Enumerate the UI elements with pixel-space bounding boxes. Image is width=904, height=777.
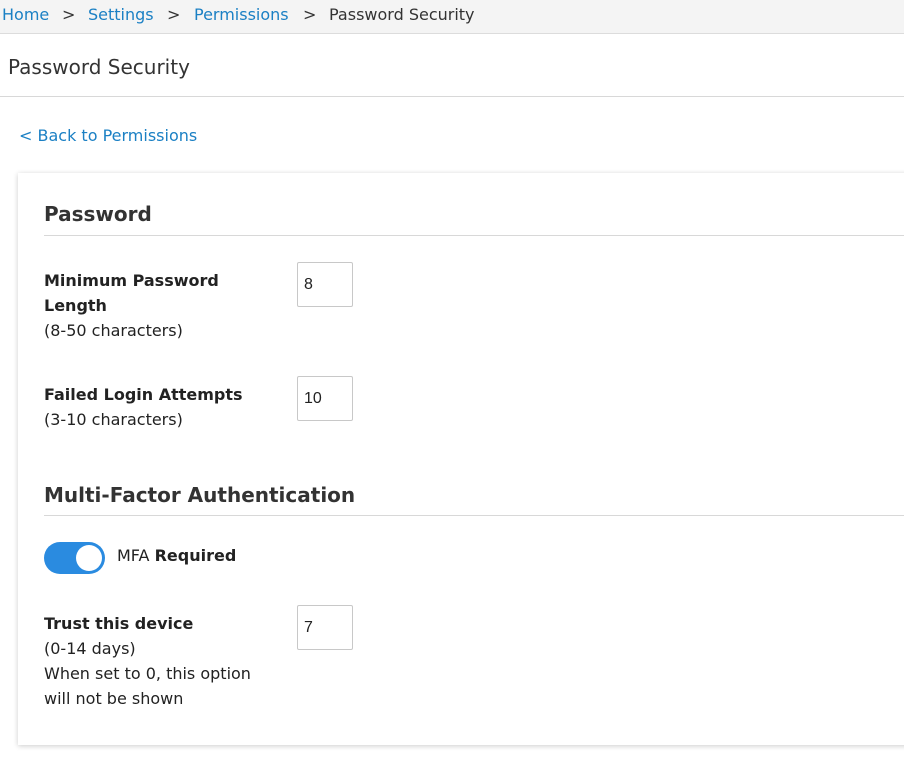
breadcrumb-separator: > — [62, 5, 76, 24]
password-section-divider — [44, 235, 904, 236]
trust-device-label-text: Trust this device — [44, 614, 194, 633]
breadcrumb-current: Password Security — [329, 5, 475, 24]
mfa-section-title: Multi-Factor Authentication — [44, 483, 356, 507]
breadcrumb-separator: > — [303, 5, 317, 24]
failed-login-attempts-input[interactable] — [297, 376, 353, 421]
page-title: Password Security — [8, 55, 190, 79]
trust-device-note-line1: When set to 0, this option — [44, 664, 251, 683]
trust-device-days-input[interactable] — [297, 605, 353, 650]
breadcrumb-home-link[interactable]: Home — [2, 7, 49, 23]
trust-device-label: Trust this device (0-14 days) When set t… — [44, 611, 284, 711]
min-password-length-hint: (8-50 characters) — [44, 321, 183, 340]
back-to-permissions-link[interactable]: < Back to Permissions — [19, 126, 197, 146]
failed-login-attempts-label-text: Failed Login Attempts — [44, 385, 243, 404]
breadcrumb: Home > Settings > Permissions > Password… — [0, 0, 904, 34]
min-password-length-label-line2: Length — [44, 296, 107, 315]
mfa-required-label: MFA Required — [117, 545, 236, 567]
trust-device-note-line2: will not be shown — [44, 689, 184, 708]
mfa-label-required: Required — [154, 546, 237, 565]
failed-login-attempts-hint: (3-10 characters) — [44, 410, 183, 429]
title-divider — [0, 96, 904, 97]
breadcrumb-separator: > — [167, 5, 181, 24]
trust-device-hint: (0-14 days) — [44, 639, 136, 658]
breadcrumb-settings-link[interactable]: Settings — [88, 7, 154, 23]
breadcrumb-permissions-link[interactable]: Permissions — [194, 7, 289, 23]
failed-login-attempts-label: Failed Login Attempts (3-10 characters) — [44, 382, 284, 432]
min-password-length-label: Minimum Password Length (8-50 characters… — [44, 268, 284, 343]
min-password-length-label-line1: Minimum Password — [44, 271, 219, 290]
mfa-section-divider — [44, 515, 904, 516]
toggle-knob — [76, 545, 102, 571]
password-section-title: Password — [44, 202, 152, 226]
mfa-label-prefix: MFA — [117, 546, 150, 565]
min-password-length-input[interactable] — [297, 262, 353, 307]
mfa-required-toggle[interactable] — [44, 542, 105, 574]
